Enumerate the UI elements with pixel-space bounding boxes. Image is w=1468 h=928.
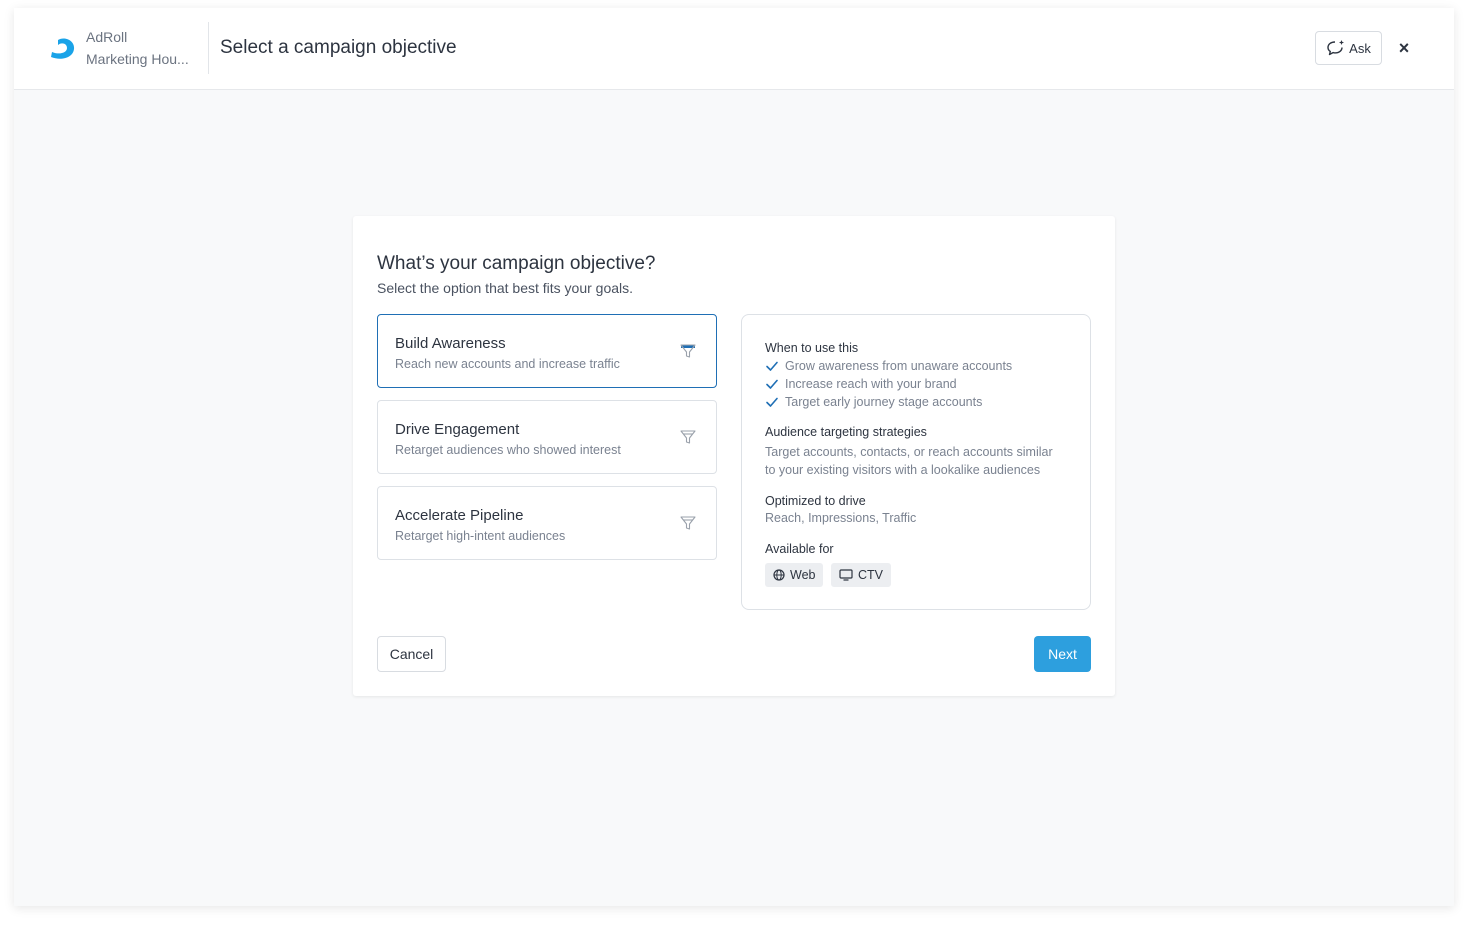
channel-chip-web: Web [765,563,824,587]
option-title: Build Awareness [395,335,506,352]
strategies-heading: Audience targeting strategies [765,425,927,439]
account-name: Marketing Hou... [86,51,189,67]
funnel-icon [680,344,696,358]
card-subtitle: Select the option that best fits your go… [377,280,634,296]
option-accelerate-pipeline[interactable]: Accelerate Pipeline Retarget high-intent… [377,486,717,560]
ask-label: Ask [1349,40,1371,56]
close-button[interactable]: × [1392,36,1416,60]
header-divider [208,22,209,74]
cancel-button[interactable]: Cancel [377,636,446,672]
when-item-text: Target early journey stage accounts [785,395,983,409]
ask-button[interactable]: Ask [1315,31,1382,65]
check-icon [766,361,778,371]
optimized-heading: Optimized to drive [765,494,866,508]
app-window: AdRoll Marketing Hou... Select a campaig… [14,8,1454,906]
card-title: What’s your campaign objective? [377,253,656,274]
objective-details-panel: When to use this Grow awareness from una… [741,314,1091,610]
next-button[interactable]: Next [1034,636,1091,672]
page-title: Select a campaign objective [220,37,457,58]
option-description: Reach new accounts and increase traffic [395,357,620,371]
funnel-icon [680,516,696,530]
globe-icon [773,569,785,581]
when-item-text: Increase reach with your brand [785,377,957,391]
available-heading: Available for [765,542,834,556]
account-switcher[interactable]: AdRoll Marketing Hou... [86,28,189,68]
when-item: Increase reach with your brand [765,376,957,392]
when-item-text: Grow awareness from unaware accounts [785,359,1013,373]
funnel-icon [680,430,696,444]
option-build-awareness[interactable]: Build Awareness Reach new accounts and i… [377,314,717,388]
channel-label: Web [790,568,816,582]
monitor-icon [839,569,853,581]
close-icon: × [1398,37,1410,58]
option-description: Retarget audiences who showed interest [395,443,621,457]
when-item: Grow awareness from unaware accounts [765,358,1012,374]
when-item: Target early journey stage accounts [765,394,982,410]
optimized-text: Reach, Impressions, Traffic [765,511,917,525]
adroll-logo-icon [51,38,75,59]
channel-label: CTV [858,568,883,582]
strategies-text-line: Target accounts, contacts, or reach acco… [765,445,1053,459]
option-title: Drive Engagement [395,421,520,438]
option-drive-engagement[interactable]: Drive Engagement Retarget audiences who … [377,400,717,474]
top-header: AdRoll Marketing Hou... Select a campaig… [14,8,1454,90]
strategies-text-line: to your existing visitors with a lookali… [765,463,1041,477]
chat-sparkle-icon [1327,40,1345,56]
option-title: Accelerate Pipeline [395,507,524,524]
check-icon [766,379,778,389]
brand-name: AdRoll [86,29,128,45]
when-heading: When to use this [765,341,859,355]
check-icon [766,397,778,407]
option-description: Retarget high-intent audiences [395,529,566,543]
channel-chip-ctv: CTV [831,563,891,587]
objective-card: What’s your campaign objective? Select t… [353,216,1115,696]
